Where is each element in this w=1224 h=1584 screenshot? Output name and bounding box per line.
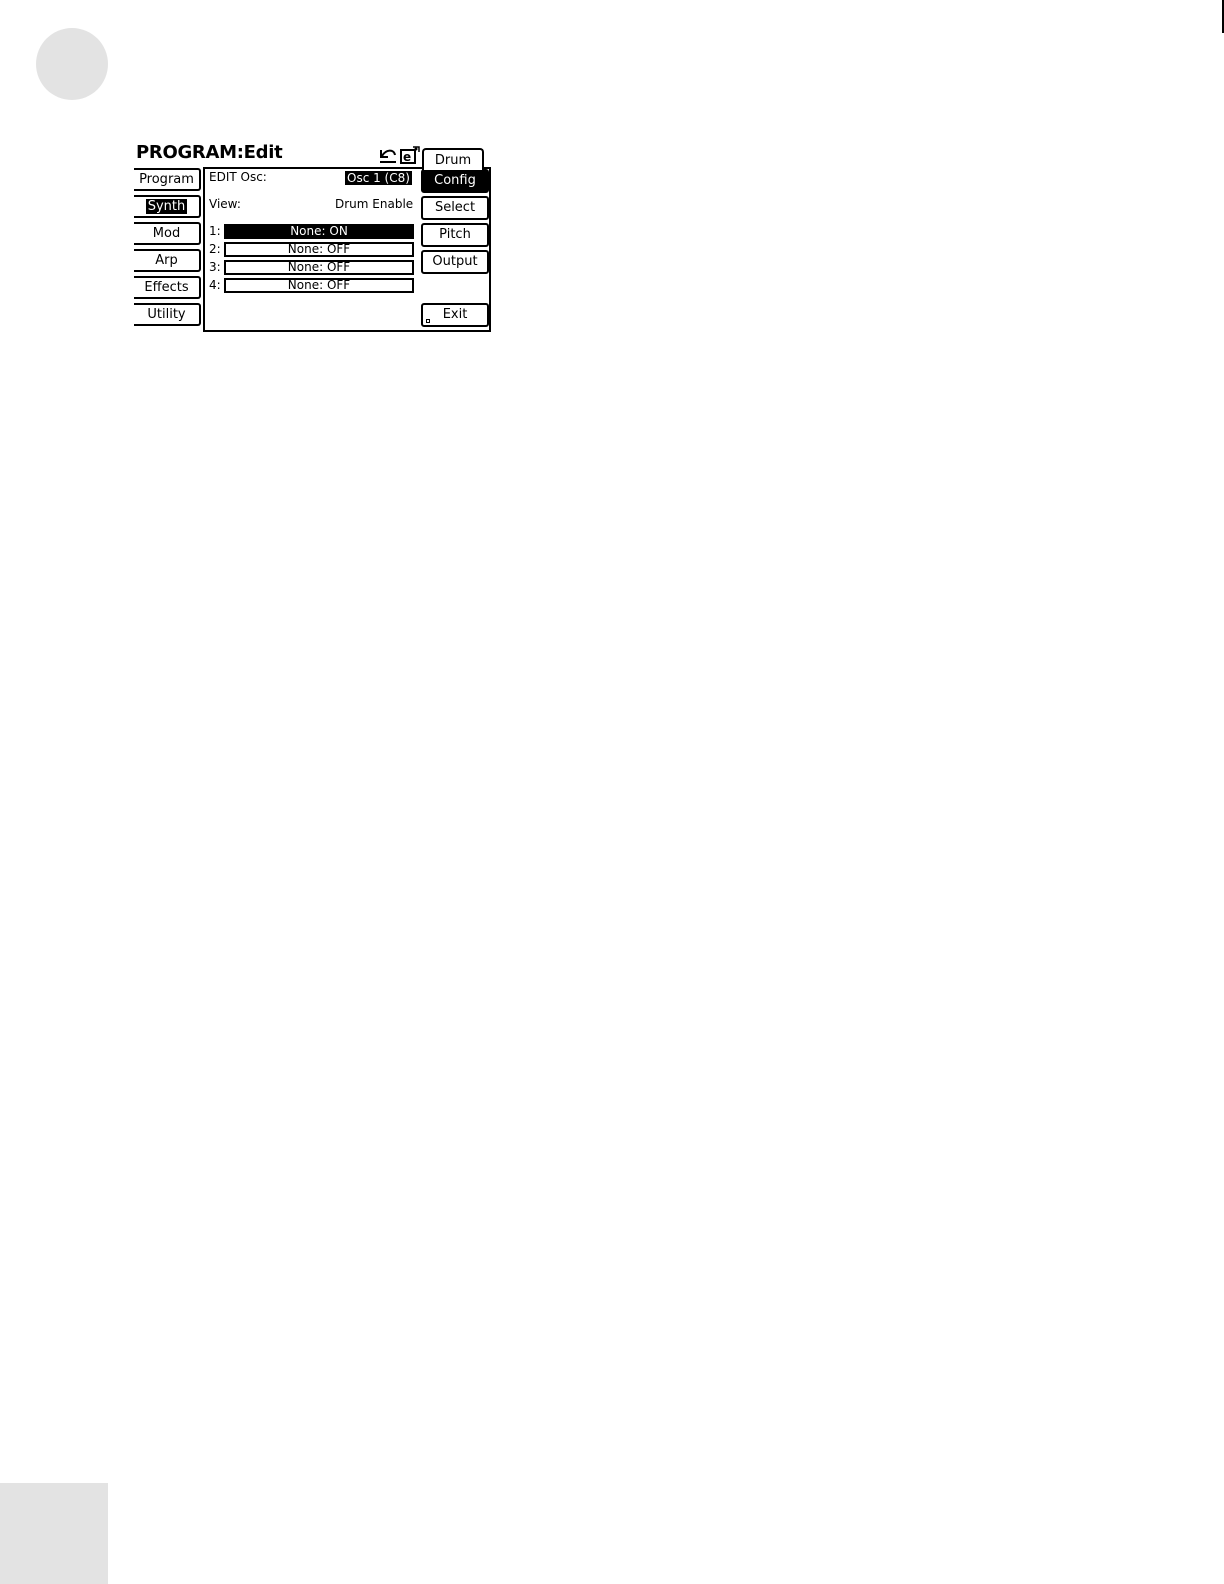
nav-item-label: Program bbox=[139, 172, 194, 187]
nav-item-program[interactable]: Program bbox=[134, 168, 201, 191]
edit-osc-label: EDIT Osc: bbox=[209, 170, 267, 184]
output-button[interactable]: Output bbox=[421, 250, 489, 274]
page-title: PROGRAM:Edit bbox=[136, 142, 283, 163]
nav-item-label: Utility bbox=[147, 307, 186, 322]
exit-button-label: Exit bbox=[442, 307, 468, 322]
view-value[interactable]: Drum Enable bbox=[335, 197, 413, 211]
nav-item-utility[interactable]: Utility bbox=[134, 303, 201, 326]
nav-item-label: Effects bbox=[144, 280, 189, 295]
lcd-screen: PROGRAM:Edit e Drum Program Synth Mod Ar… bbox=[134, 140, 494, 335]
nav-item-effects[interactable]: Effects bbox=[134, 276, 201, 299]
tab-drum[interactable]: Drum bbox=[422, 148, 484, 170]
row-number: 2: bbox=[209, 242, 221, 256]
nav-item-label: Arp bbox=[155, 253, 178, 268]
edit-icon[interactable]: e bbox=[400, 146, 420, 164]
drum-enable-row-1[interactable]: None: ON bbox=[224, 224, 414, 239]
row-number: 4: bbox=[209, 278, 221, 292]
corner-marker-icon bbox=[426, 319, 430, 323]
nav-item-mod[interactable]: Mod bbox=[134, 222, 201, 245]
pitch-button[interactable]: Pitch bbox=[421, 223, 489, 247]
drum-enable-row-2[interactable]: None: OFF bbox=[224, 242, 414, 257]
edit-osc-value[interactable]: Osc 1 (C8) bbox=[345, 171, 412, 185]
drum-enable-row-3[interactable]: None: OFF bbox=[224, 260, 414, 275]
drum-enable-row-4[interactable]: None: OFF bbox=[224, 278, 414, 293]
svg-text:e: e bbox=[403, 150, 411, 164]
exit-button[interactable]: Exit bbox=[421, 303, 489, 327]
nav-item-arp[interactable]: Arp bbox=[134, 249, 201, 272]
page-decoration-circle bbox=[36, 28, 108, 100]
row-number: 1: bbox=[209, 224, 221, 238]
select-button[interactable]: Select bbox=[421, 196, 489, 220]
row-number: 3: bbox=[209, 260, 221, 274]
nav-item-label: Synth bbox=[145, 199, 188, 214]
nav-item-synth[interactable]: Synth bbox=[134, 195, 201, 218]
view-label: View: bbox=[209, 197, 241, 211]
page-decoration-bar bbox=[0, 1483, 108, 1584]
undo-icon[interactable] bbox=[378, 146, 398, 164]
config-button[interactable]: Config bbox=[421, 169, 489, 193]
nav-item-label: Mod bbox=[152, 226, 181, 241]
